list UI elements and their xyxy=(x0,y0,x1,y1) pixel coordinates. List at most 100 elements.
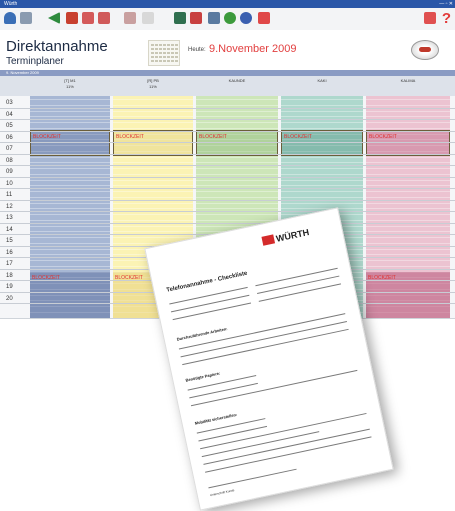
mini-calendar-day[interactable] xyxy=(155,48,158,50)
globe-icon[interactable] xyxy=(240,12,252,24)
column-header[interactable]: KALIMA xyxy=(366,78,450,84)
mini-calendar-day[interactable] xyxy=(171,52,174,54)
column-header[interactable]: [T] M1 11% xyxy=(30,78,110,90)
slot-line xyxy=(196,214,278,215)
slot-line xyxy=(30,99,110,100)
slot-line xyxy=(366,173,450,175)
mini-calendar-day[interactable] xyxy=(175,44,178,46)
slot-line xyxy=(366,179,450,181)
page-title: Direktannahme xyxy=(6,38,108,55)
hour-separator xyxy=(0,188,455,189)
signature-label: Unterschrift Kunde xyxy=(209,488,235,498)
mini-calendar-day[interactable] xyxy=(167,56,170,58)
mini-calendar-day[interactable] xyxy=(159,44,162,46)
hour-separator xyxy=(0,142,455,143)
slot-line xyxy=(30,248,110,250)
column-name: KALIMA xyxy=(400,78,416,83)
slot-line xyxy=(113,116,193,118)
mini-calendar-day[interactable] xyxy=(159,60,162,62)
mini-calendar-day[interactable] xyxy=(155,44,158,46)
mini-calendar-day[interactable] xyxy=(175,52,178,54)
wurth-brand-mark xyxy=(261,234,276,246)
block-time-slot[interactable]: BLOCKZEIT xyxy=(196,130,278,156)
mini-calendar-day[interactable] xyxy=(167,60,170,62)
mini-calendar-day[interactable] xyxy=(171,60,174,62)
slot-line xyxy=(30,260,110,261)
slot-line xyxy=(196,196,278,198)
mini-calendar[interactable] xyxy=(148,40,180,66)
info-icon[interactable] xyxy=(258,12,270,24)
slot-line xyxy=(281,104,363,106)
block-time-slot[interactable]: BLOCKZEIT xyxy=(113,130,193,156)
mini-calendar-day[interactable] xyxy=(167,48,170,50)
slot-line xyxy=(30,173,110,175)
slot-line xyxy=(196,202,278,204)
block-time-slot[interactable]: BLOCKZEIT xyxy=(30,272,110,318)
mini-calendar-day[interactable] xyxy=(171,56,174,58)
form-line xyxy=(258,283,342,302)
slot-line xyxy=(113,208,193,210)
person-icon[interactable] xyxy=(4,12,16,24)
block-label: BLOCKZEIT xyxy=(369,134,397,140)
mini-calendar-day[interactable] xyxy=(151,52,154,54)
mini-calendar-day[interactable] xyxy=(163,56,166,58)
mini-calendar-day[interactable] xyxy=(151,48,154,50)
mini-calendar-day[interactable] xyxy=(163,52,166,54)
help-button[interactable]: ? xyxy=(442,10,451,27)
column-header[interactable]: KAKI xyxy=(281,78,363,84)
slot-line xyxy=(196,116,278,118)
slot-line xyxy=(30,116,110,118)
mini-calendar-day[interactable] xyxy=(159,52,162,54)
mini-calendar-day[interactable] xyxy=(175,60,178,62)
mini-calendar-day[interactable] xyxy=(151,60,154,62)
mini-calendar-day[interactable] xyxy=(151,44,154,46)
column-header[interactable]: KAUNDE xyxy=(196,78,278,84)
slot-line xyxy=(30,231,110,233)
block-time-slot[interactable]: BLOCKZEIT xyxy=(366,130,450,156)
delete-icon[interactable] xyxy=(82,12,94,24)
flag-icon[interactable] xyxy=(424,12,436,24)
wurth-logo xyxy=(411,40,439,60)
phone-icon[interactable] xyxy=(20,12,32,24)
block-time-slot[interactable]: BLOCKZEIT xyxy=(281,130,363,156)
slot-line xyxy=(196,219,278,221)
mini-calendar-day[interactable] xyxy=(159,56,162,58)
save-icon[interactable] xyxy=(174,12,186,24)
mini-calendar-day[interactable] xyxy=(163,44,166,46)
slot-line xyxy=(366,202,450,204)
form-line xyxy=(189,382,258,399)
window-controls[interactable]: — ▫ ✕ xyxy=(439,1,453,7)
mini-calendar-day[interactable] xyxy=(163,60,166,62)
block-time-slot[interactable]: BLOCKZEIT xyxy=(30,130,110,156)
mini-calendar-day[interactable] xyxy=(175,48,178,50)
tools-icon[interactable] xyxy=(208,12,220,24)
mini-calendar-day[interactable] xyxy=(159,48,162,50)
block-time-slot[interactable]: BLOCKZEIT xyxy=(366,272,450,318)
mini-calendar-day[interactable] xyxy=(171,44,174,46)
brand-name: WÜRTH xyxy=(275,227,310,244)
grid-icon[interactable] xyxy=(98,12,110,24)
form-line xyxy=(170,294,250,313)
link-icon[interactable] xyxy=(190,12,202,24)
mini-calendar-day[interactable] xyxy=(175,56,178,58)
mini-calendar-day[interactable] xyxy=(163,48,166,50)
slot-line xyxy=(281,110,363,112)
forward-icon[interactable] xyxy=(142,12,154,24)
mini-calendar-day[interactable] xyxy=(155,56,158,58)
back-arrow-icon[interactable] xyxy=(48,12,60,24)
mini-calendar-day[interactable] xyxy=(167,52,170,54)
slot-line xyxy=(113,225,193,227)
slot-line xyxy=(366,168,450,169)
slot-line xyxy=(366,242,450,244)
refresh-icon[interactable] xyxy=(224,12,236,24)
mini-calendar-day[interactable] xyxy=(155,52,158,54)
slot-line xyxy=(366,191,450,192)
mini-calendar-day[interactable] xyxy=(171,48,174,50)
mini-calendar-day[interactable] xyxy=(151,56,154,58)
calendar-icon[interactable] xyxy=(66,12,78,24)
mini-calendar-day[interactable] xyxy=(167,44,170,46)
mini-calendar-day[interactable] xyxy=(155,60,158,62)
edit-icon[interactable] xyxy=(124,12,136,24)
block-label: BLOCKZEIT xyxy=(116,134,144,140)
column-header[interactable]: [R] PB 11% xyxy=(113,78,193,90)
